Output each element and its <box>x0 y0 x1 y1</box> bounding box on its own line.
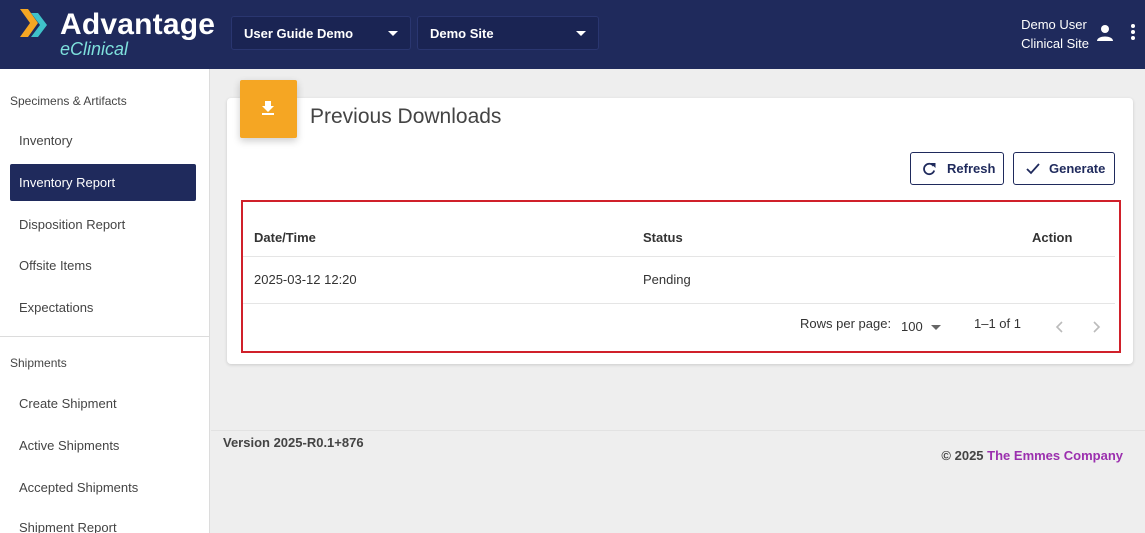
logo-main-text: Advantage <box>60 8 216 41</box>
column-header-datetime[interactable]: Date/Time <box>254 230 316 245</box>
sidebar-divider <box>0 336 210 337</box>
chevron-down-icon <box>576 31 586 36</box>
sidebar-item-inventory-report[interactable]: Inventory Report <box>10 164 196 201</box>
header-divider <box>243 256 1115 257</box>
user-name: Demo User <box>1021 17 1087 32</box>
rows-per-page-value: 100 <box>901 319 923 334</box>
user-role: Clinical Site <box>1021 36 1089 51</box>
app-logo[interactable]: Advantage eClinical <box>20 8 220 62</box>
sidebar-item-expectations[interactable]: Expectations <box>10 289 196 326</box>
logo-sub-text: eClinical <box>60 39 129 59</box>
user-icon[interactable] <box>1096 24 1114 42</box>
chevron-down-icon <box>388 31 398 36</box>
sidebar-item-active-shipments[interactable]: Active Shipments <box>10 427 196 464</box>
sidebar-item-offsite-items[interactable]: Offsite Items <box>10 247 196 284</box>
sidebar-section-specimens: Specimens & Artifacts <box>10 94 127 108</box>
cell-status: Pending <box>643 272 691 287</box>
rows-per-page-label: Rows per page: <box>800 316 892 331</box>
site-select-value: Demo Site <box>430 26 494 41</box>
sidebar: Specimens & Artifacts Inventory Inventor… <box>0 69 210 533</box>
site-select[interactable]: Demo Site <box>417 16 599 50</box>
logo-chevron-icon <box>20 9 47 37</box>
pagination-range: 1–1 of 1 <box>974 316 1021 331</box>
cell-datetime: 2025-03-12 12:20 <box>254 272 357 287</box>
sidebar-item-inventory[interactable]: Inventory <box>10 122 196 159</box>
version-text: Version 2025-R0.1+876 <box>223 435 364 450</box>
refresh-button[interactable]: Refresh <box>910 152 1004 185</box>
previous-page-icon[interactable] <box>1051 318 1069 336</box>
card-header-icon <box>240 80 297 138</box>
refresh-icon <box>923 162 936 176</box>
row-divider <box>243 303 1115 304</box>
generate-label: Generate <box>1049 161 1106 176</box>
copyright: © 2025 The Emmes Company <box>941 448 1123 463</box>
column-header-status[interactable]: Status <box>643 230 683 245</box>
study-select[interactable]: User Guide Demo <box>231 16 411 50</box>
rows-per-page-select[interactable]: 100 <box>901 319 945 337</box>
page-title: Previous Downloads <box>310 105 502 128</box>
sidebar-item-disposition-report[interactable]: Disposition Report <box>10 206 196 243</box>
check-icon <box>1026 163 1040 175</box>
sidebar-item-shipment-report[interactable]: Shipment Report <box>10 509 196 533</box>
download-icon <box>262 101 274 115</box>
generate-button[interactable]: Generate <box>1013 152 1115 185</box>
footer-divider <box>211 430 1145 431</box>
refresh-label: Refresh <box>947 161 996 176</box>
copyright-text: © 2025 <box>941 448 984 463</box>
more-menu-icon[interactable] <box>1126 24 1140 42</box>
study-select-value: User Guide Demo <box>244 26 354 41</box>
column-header-action: Action <box>1032 230 1073 245</box>
next-page-icon[interactable] <box>1087 318 1105 336</box>
company-link[interactable]: The Emmes Company <box>987 448 1123 463</box>
app-header: Advantage eClinical User Guide Demo Demo… <box>0 0 1145 69</box>
downloads-table: Date/Time Status Action 2025-03-12 12:20… <box>241 200 1121 353</box>
chevron-down-icon <box>931 325 941 330</box>
user-info[interactable]: Demo User Clinical Site <box>1021 15 1089 53</box>
sidebar-item-accepted-shipments[interactable]: Accepted Shipments <box>10 469 196 506</box>
sidebar-item-create-shipment[interactable]: Create Shipment <box>10 385 196 422</box>
sidebar-section-shipments: Shipments <box>10 356 67 370</box>
